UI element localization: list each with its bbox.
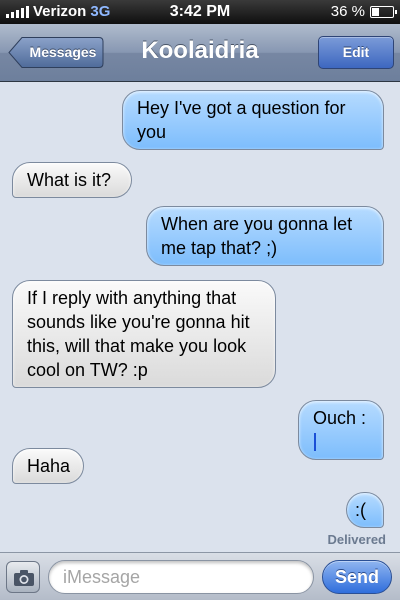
delivered-status: Delivered bbox=[327, 532, 386, 547]
status-bar: Verizon 3G 3:42 PM 36 % bbox=[0, 0, 400, 24]
send-button[interactable]: Send bbox=[322, 560, 392, 594]
message-text: If I reply with anything that sounds lik… bbox=[27, 288, 250, 380]
message-bubble-sent[interactable]: :( bbox=[346, 492, 384, 528]
battery-fill bbox=[372, 7, 379, 16]
edit-button[interactable]: Edit bbox=[318, 36, 394, 69]
message-bubble-sent[interactable]: Hey I've got a question for you bbox=[122, 90, 384, 150]
message-bubble-sent[interactable]: Ouch : bbox=[298, 400, 384, 460]
message-bubble-received[interactable]: Haha bbox=[12, 448, 84, 484]
message-text: Hey I've got a question for you bbox=[137, 98, 346, 142]
message-thread[interactable]: Hey I've got a question for you What is … bbox=[0, 82, 400, 552]
imessage-input[interactable]: iMessage bbox=[48, 560, 314, 594]
message-text: Haha bbox=[27, 456, 71, 476]
message-bubble-received[interactable]: If I reply with anything that sounds lik… bbox=[12, 280, 276, 388]
battery-icon bbox=[370, 5, 397, 18]
camera-icon bbox=[14, 570, 34, 586]
message-text: What is it? bbox=[27, 170, 112, 190]
compose-bar: iMessage Send bbox=[0, 552, 400, 600]
message-text: When are you gonna let me tap that? ;) bbox=[161, 214, 353, 258]
camera-button[interactable] bbox=[6, 561, 40, 593]
text-cursor bbox=[314, 433, 316, 451]
message-text: :( bbox=[355, 500, 366, 520]
battery-status: 36 % bbox=[330, 3, 397, 20]
message-text: Ouch : bbox=[313, 408, 367, 428]
message-bubble-sent[interactable]: When are you gonna let me tap that? ;) bbox=[146, 206, 384, 266]
message-bubble-received[interactable]: What is it? bbox=[12, 162, 132, 198]
navigation-bar: Messages Koolaidria Edit bbox=[0, 24, 400, 82]
battery-percent: 36 % bbox=[330, 3, 365, 20]
